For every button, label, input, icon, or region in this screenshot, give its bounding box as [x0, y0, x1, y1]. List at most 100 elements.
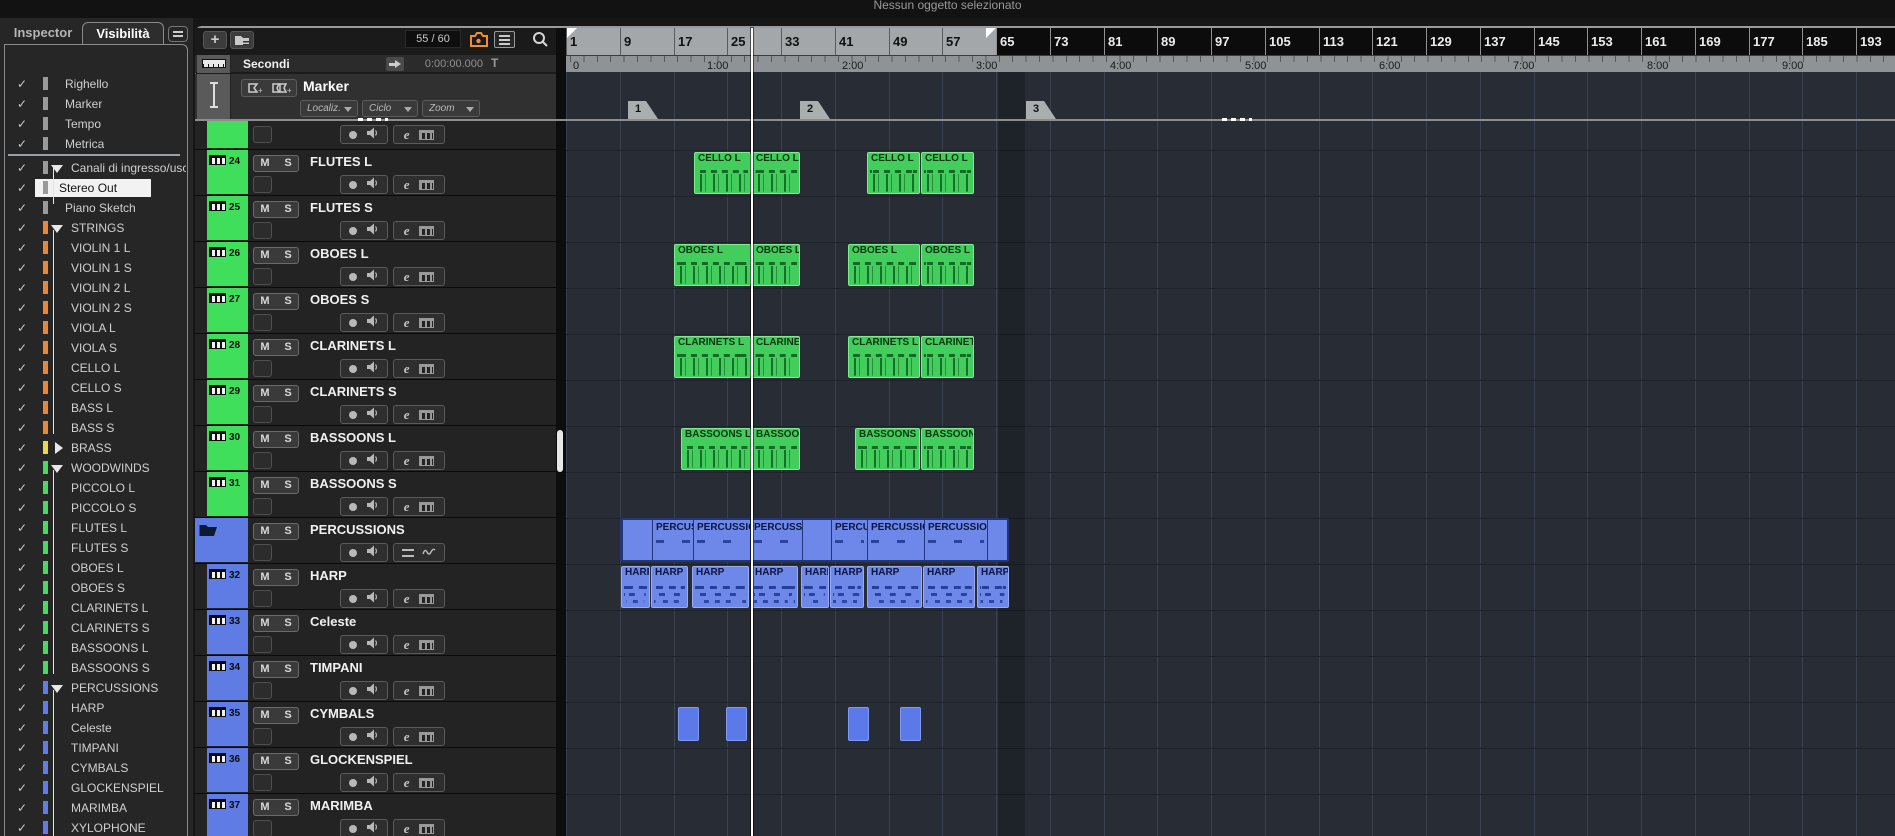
arrange-area[interactable]: 123CELLO LCELLO LCELLO LCELLO LOBOES LOB… [566, 72, 1895, 836]
midi-clip-bassoons-l[interactable]: BASSOONS L [752, 428, 800, 470]
visibility-item-violin-1-s[interactable]: ✓VIOLIN 1 S [5, 258, 187, 278]
automation-box[interactable] [253, 590, 272, 607]
solo-button[interactable]: S [277, 755, 299, 767]
folder-part-segment[interactable]: PERCUSSIONS [750, 520, 802, 560]
marker-localize-dropdown[interactable]: Localiz. [300, 100, 358, 117]
track-row-celeste[interactable]: 33MSCelestee [195, 610, 556, 656]
visibility-item-marker[interactable]: ✓Marker [5, 94, 187, 114]
record-enable-icon[interactable] [349, 595, 357, 603]
mute-solo-buttons[interactable]: MS [253, 201, 299, 218]
check-icon[interactable]: ✓ [17, 781, 27, 795]
monitor-icon[interactable] [366, 452, 379, 470]
edit-channel-icon[interactable]: e [404, 410, 410, 420]
automation-box[interactable] [253, 682, 272, 699]
track-row-timpani[interactable]: 34MSTIMPANIe [195, 656, 556, 702]
midi-clip-clarinets-l[interactable]: CLARINETS L [674, 336, 751, 378]
instrument-icon[interactable] [419, 594, 434, 604]
instrument-icon[interactable] [419, 686, 434, 696]
monitor-icon[interactable] [366, 820, 379, 836]
check-icon[interactable]: ✓ [17, 501, 27, 515]
check-icon[interactable]: ✓ [17, 221, 27, 235]
mute-solo-buttons[interactable]: MS [253, 247, 299, 264]
visibility-item-violin-2-s[interactable]: ✓VIOLIN 2 S [5, 298, 187, 318]
visibility-item-righello[interactable]: ✓Righello [5, 74, 187, 94]
edit-channel-icon[interactable]: e [404, 502, 410, 512]
add-marker-icon[interactable]: + [247, 83, 263, 95]
check-icon[interactable]: ✓ [17, 721, 27, 735]
check-icon[interactable]: ✓ [17, 421, 27, 435]
visibility-item-cymbals[interactable]: ✓CYMBALS [5, 758, 187, 778]
folder-part-segment[interactable]: PERCUSSIONS [652, 520, 693, 560]
visibility-item-flutes-l[interactable]: ✓FLUTES L [5, 518, 187, 538]
check-icon[interactable]: ✓ [17, 117, 27, 131]
midi-clip-cello-l[interactable]: CELLO L [694, 152, 751, 194]
solo-button[interactable]: S [277, 663, 299, 675]
mute-solo-buttons[interactable]: MS [253, 155, 299, 172]
automation-box[interactable] [253, 544, 272, 561]
check-icon[interactable]: ✓ [17, 561, 27, 575]
track-row-flutes-s[interactable]: 25MSFLUTES Se [195, 196, 556, 242]
solo-button[interactable]: S [277, 341, 299, 353]
record-enable-icon[interactable] [349, 273, 357, 281]
edit-channel-icon[interactable]: e [404, 640, 410, 650]
record-enable-icon[interactable] [349, 503, 357, 511]
midi-clip-harp[interactable]: HARP [977, 566, 1009, 608]
mute-solo-buttons[interactable]: MS [253, 569, 299, 586]
mute-solo-buttons[interactable]: MS [253, 799, 299, 816]
visibility-item-canali-di-ingresso-usc[interactable]: ✓Canali di ingresso/usc [5, 158, 187, 178]
check-icon[interactable]: ✓ [17, 621, 27, 635]
track-row-flutes-l[interactable]: 24MSFLUTES Le [195, 150, 556, 196]
monitor-icon[interactable] [366, 222, 379, 240]
track-row-glockenspiel[interactable]: 36MSGLOCKENSPIELe [195, 748, 556, 794]
visibility-item-oboes-l[interactable]: ✓OBOES L [5, 558, 187, 578]
visibility-item-bass-s[interactable]: ✓BASS S [5, 418, 187, 438]
pin-icon[interactable]: T [491, 56, 498, 70]
visibility-item-xylophone[interactable]: ✓XYLOPHONE [5, 818, 187, 836]
track-row-harp[interactable]: 32MSHARPe [195, 564, 556, 610]
marker-track-header[interactable]: + + Marker Localiz. Ciclo Zoom [195, 74, 556, 119]
mute-button[interactable]: M [254, 801, 276, 813]
solo-button[interactable]: S [277, 433, 299, 445]
automation-box[interactable] [253, 452, 272, 469]
visibility-item-stereo-out[interactable]: ✓Stereo Out [5, 178, 187, 198]
check-icon[interactable]: ✓ [17, 77, 27, 91]
track-row-oboes-s[interactable]: 27MSOBOES Se [195, 288, 556, 334]
check-icon[interactable]: ✓ [17, 581, 27, 595]
midi-clip-oboes-l[interactable]: OBOES L [848, 244, 920, 286]
visibility-item-piano-sketch[interactable]: ✓Piano Sketch [5, 198, 187, 218]
check-icon[interactable]: ✓ [17, 761, 27, 775]
marker-flag-3[interactable]: 3 [1026, 101, 1056, 119]
midi-clip-clarinets-l[interactable]: CLARINETS L [921, 336, 974, 378]
check-icon[interactable]: ✓ [17, 261, 27, 275]
mute-solo-buttons[interactable]: MS [253, 431, 299, 448]
monitor-icon[interactable] [366, 360, 379, 378]
tab-inspector[interactable]: Inspector [6, 22, 80, 44]
solo-button[interactable]: S [277, 295, 299, 307]
tab-visibility[interactable]: Visibilità [82, 22, 164, 44]
track-row-marimba[interactable]: 37MSMARIMBAe [195, 794, 556, 836]
edit-channel-icon[interactable]: e [404, 318, 410, 328]
record-enable-icon[interactable] [349, 641, 357, 649]
track-row-clarinets-s[interactable]: 29MSCLARINETS Se [195, 380, 556, 426]
midi-clip-unnamed[interactable] [678, 707, 699, 741]
record-enable-icon[interactable] [349, 365, 357, 373]
visibility-item-piccolo-s[interactable]: ✓PICCOLO S [5, 498, 187, 518]
track-row-percussions[interactable]: MSPERCUSSIONS [195, 518, 556, 564]
monitor-icon[interactable] [366, 590, 379, 608]
edit-channel-icon[interactable]: e [404, 130, 410, 140]
marker-zoom-dropdown[interactable]: Zoom [422, 100, 480, 117]
mute-button[interactable]: M [254, 571, 276, 583]
mute-solo-buttons[interactable]: MS [253, 385, 299, 402]
monitor-icon[interactable] [366, 268, 379, 286]
midi-clip-oboes-l[interactable]: OBOES L [921, 244, 974, 286]
visibility-item-celeste[interactable]: ✓Celeste [5, 718, 187, 738]
edit-channel-icon[interactable]: e [404, 594, 410, 604]
edit-channel-icon[interactable]: e [404, 180, 410, 190]
automation-box[interactable] [253, 126, 272, 143]
automation-box[interactable] [253, 820, 272, 836]
check-icon[interactable]: ✓ [17, 301, 27, 315]
midi-clip-harp[interactable]: HARP [801, 566, 829, 608]
instrument-icon[interactable] [419, 318, 434, 328]
midi-clip-harp[interactable]: HARP [621, 566, 650, 608]
check-icon[interactable]: ✓ [17, 741, 27, 755]
